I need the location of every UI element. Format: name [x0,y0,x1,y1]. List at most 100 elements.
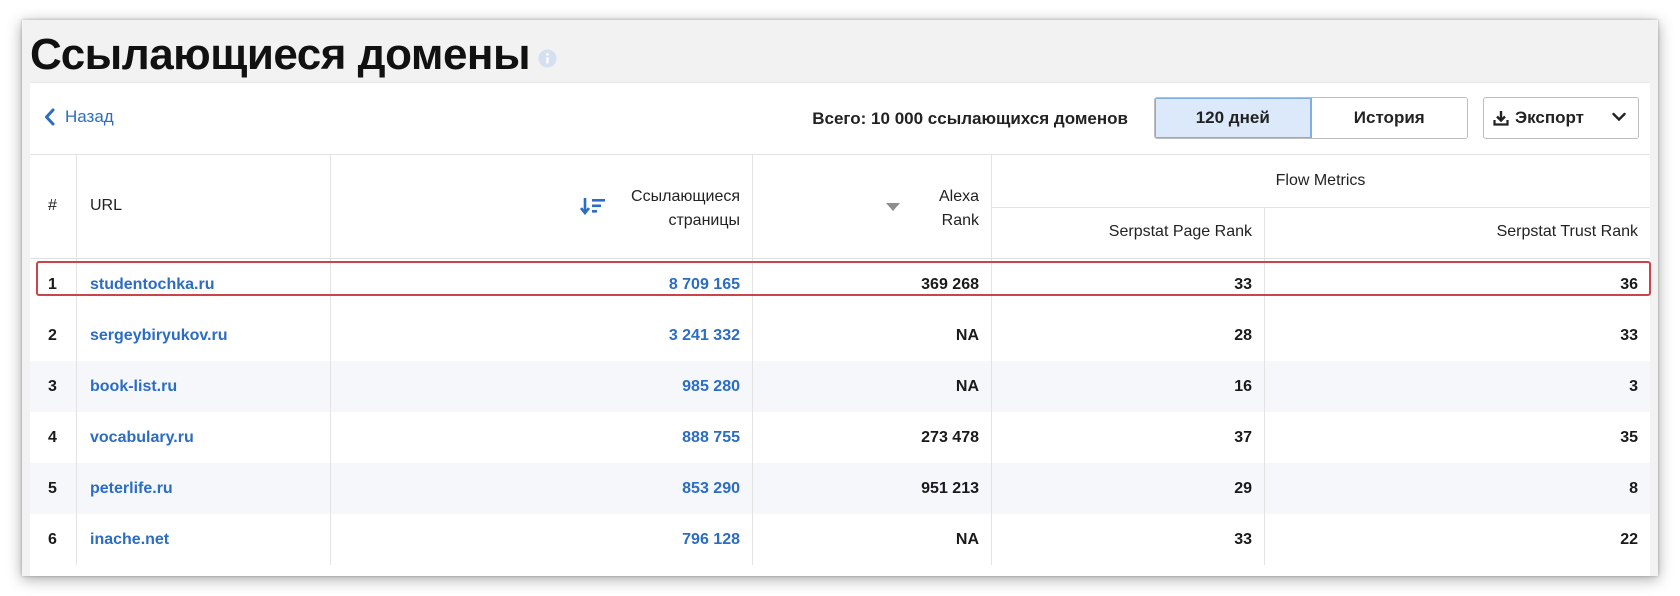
table-row[interactable]: 5 peterlife.ru 853 290 951 213 29 8 [30,463,1650,514]
flow-metrics-divider [991,207,1650,208]
chevron-down-icon[interactable] [1612,112,1626,122]
header-alexa-rank[interactable]: Alexa Rank [939,185,979,233]
cell-url[interactable]: book-list.ru [90,361,177,412]
column-divider [752,463,753,514]
cell-num: 3 [48,377,57,395]
column-divider [991,412,992,463]
column-divider [991,463,992,514]
column-divider [1264,412,1265,463]
table-row[interactable]: 1 studentochka.ru 8 709 165 369 268 33 36 [30,259,1651,310]
sort-descending-icon[interactable] [579,197,606,220]
caret-down-icon[interactable] [886,199,900,217]
app-frame: Ссылающиеся домены Назад Всего: 10 000 с… [22,20,1658,576]
cell-trust-rank: 33 [1620,326,1638,344]
history-button[interactable]: История [1311,98,1467,138]
column-divider [330,514,331,565]
column-divider [991,361,992,412]
header-num: # [48,197,57,214]
header-page-rank[interactable]: Serpstat Page Rank [1109,223,1252,241]
column-divider [76,259,77,310]
header-ref-pages-line2: страницы [668,212,740,229]
cell-num: 1 [48,275,57,293]
column-divider [1264,207,1265,259]
column-divider [752,259,753,310]
cell-alexa-rank: NA [955,326,979,344]
back-link[interactable]: Назад [44,107,114,127]
cell-alexa-rank: 369 268 [921,275,979,293]
cell-ref-pages[interactable]: 853 290 [682,463,740,514]
cell-trust-rank: 8 [1629,479,1638,497]
table-row[interactable]: 2 sergeybiryukov.ru 3 241 332 NA 28 33 [30,310,1650,361]
column-divider [330,412,331,463]
cell-page-rank: 33 [1234,275,1252,293]
chevron-left-icon [45,108,55,126]
table-row[interactable]: 3 book-list.ru 985 280 NA 16 3 [30,361,1650,412]
column-divider [330,361,331,412]
cell-ref-pages[interactable]: 985 280 [682,361,740,412]
table-body: 1 studentochka.ru 8 709 165 369 268 33 36 2 ser… [30,259,1651,565]
table-row[interactable]: 4 vocabulary.ru 888 755 273 478 37 35 [30,412,1650,463]
export-button[interactable]: Экспорт [1483,97,1639,139]
header-url[interactable]: URL [90,197,122,215]
column-divider [330,259,331,310]
header-flow-metrics: Flow Metrics [1275,172,1366,189]
column-divider [752,361,753,412]
cell-url[interactable]: vocabulary.ru [90,412,194,463]
column-divider [752,412,753,463]
column-divider [76,361,77,412]
column-divider [76,514,77,565]
info-icon[interactable] [538,49,557,68]
header-alexa-line1: Alexa [938,188,979,205]
back-label: Назад [65,107,114,126]
toolbar: Назад Всего: 10 000 ссылающихся доменов … [30,83,1650,155]
column-divider [1264,514,1265,565]
cell-trust-rank: 35 [1620,428,1638,446]
cell-num: 5 [48,479,57,497]
column-divider [76,310,77,361]
cell-trust-rank: 3 [1629,377,1638,395]
column-divider [1264,259,1265,310]
cell-page-rank: 33 [1234,530,1252,548]
cell-alexa-rank: NA [955,530,979,548]
cell-url[interactable]: inache.net [90,514,169,565]
cell-alexa-rank: NA [955,377,979,395]
cell-num: 4 [48,428,57,446]
download-icon [1493,111,1509,126]
table-row[interactable]: 6 inache.net 796 128 NA 33 22 [30,514,1650,565]
row-highlight-box [36,261,1651,296]
table-header: # URL Ссылающиеся страницы Alexa Rank Fl… [30,155,1650,259]
header-ref-pages[interactable]: Ссылающиеся страницы [631,185,740,233]
column-divider [1264,463,1265,514]
export-label: Экспорт [1515,108,1584,127]
cell-url[interactable]: studentochka.ru [90,259,214,310]
column-divider [752,310,753,361]
cell-url[interactable]: peterlife.ru [90,463,173,514]
column-divider [1264,310,1265,361]
cell-url[interactable]: sergeybiryukov.ru [90,310,228,361]
cell-page-rank: 16 [1234,377,1252,395]
period-120-days-button[interactable]: 120 дней [1155,98,1312,138]
column-divider [330,463,331,514]
column-divider [991,259,992,310]
cell-page-rank: 28 [1234,326,1252,344]
cell-ref-pages[interactable]: 888 755 [682,412,740,463]
cell-ref-pages[interactable]: 796 128 [682,514,740,565]
header-alexa-line2: Rank [941,212,979,229]
column-divider [330,155,331,259]
header-ref-pages-line1: Ссылающиеся [631,188,740,205]
column-divider [76,463,77,514]
column-divider [991,514,992,565]
cell-alexa-rank: 273 478 [921,428,979,446]
header-trust-rank[interactable]: Serpstat Trust Rank [1497,223,1638,241]
cell-ref-pages[interactable]: 8 709 165 [669,259,740,310]
column-divider [991,310,992,361]
cell-trust-rank: 22 [1620,530,1638,548]
column-divider [752,155,753,259]
cell-trust-rank: 36 [1620,275,1638,293]
cell-page-rank: 29 [1234,479,1252,497]
page-title: Ссылающиеся домены [30,30,531,79]
column-divider [1264,361,1265,412]
column-divider [752,514,753,565]
cell-page-rank: 37 [1234,428,1252,446]
cell-ref-pages[interactable]: 3 241 332 [669,310,740,361]
